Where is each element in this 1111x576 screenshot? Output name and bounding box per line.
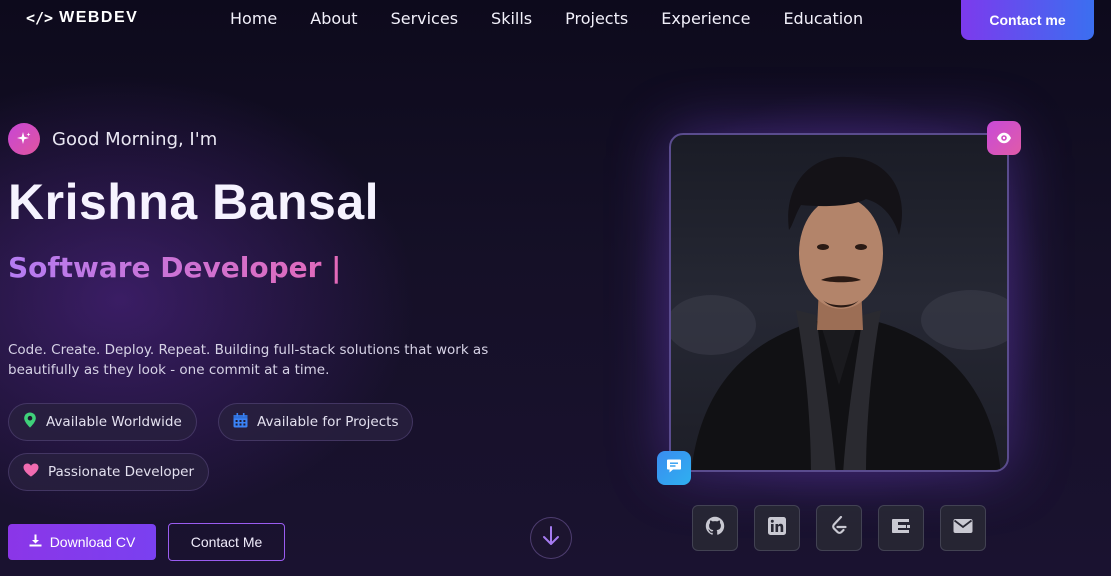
download-cv-label: Download CV xyxy=(49,534,136,550)
linkedin-link[interactable] xyxy=(754,505,800,551)
codechef-icon xyxy=(890,517,912,539)
view-badge[interactable] xyxy=(987,121,1021,155)
email-link[interactable] xyxy=(940,505,986,551)
hero-role: Software Developer | xyxy=(8,251,342,284)
badge-available-projects: Available for Projects xyxy=(218,403,414,441)
calendar-icon xyxy=(233,412,248,432)
nav-link-experience[interactable]: Experience xyxy=(661,9,750,28)
eye-icon xyxy=(996,129,1012,148)
badge-label: Available for Projects xyxy=(257,414,399,430)
hero-name: Krishna Bansal xyxy=(8,174,380,230)
arrow-down-icon xyxy=(542,526,560,550)
codechef-link[interactable] xyxy=(878,505,924,551)
profile-photo xyxy=(669,133,1009,472)
nav-link-about[interactable]: About xyxy=(310,9,357,28)
chat-icon xyxy=(666,458,682,478)
nav-link-services[interactable]: Services xyxy=(391,9,458,28)
social-links xyxy=(692,505,986,551)
github-icon xyxy=(705,516,725,540)
nav-links: Home About Services Skills Projects Expe… xyxy=(230,9,863,28)
heart-icon xyxy=(23,463,39,481)
nav-link-projects[interactable]: Projects xyxy=(565,9,628,28)
leetcode-icon xyxy=(830,515,848,540)
scroll-down-button[interactable] xyxy=(530,517,572,559)
badge-label: Passionate Developer xyxy=(48,464,195,480)
top-nav: </> WEBDEV Home About Services Skills Pr… xyxy=(0,0,1111,40)
chat-badge[interactable] xyxy=(657,451,691,485)
hero-bio: Code. Create. Deploy. Repeat. Building f… xyxy=(8,342,489,378)
badge-label: Available Worldwide xyxy=(46,414,182,430)
email-icon xyxy=(953,518,973,538)
location-pin-icon xyxy=(23,412,37,432)
greeting-row: Good Morning, I'm xyxy=(8,123,217,155)
linkedin-icon xyxy=(768,517,786,539)
nav-link-skills[interactable]: Skills xyxy=(491,9,532,28)
brand-name: WEBDEV xyxy=(59,9,139,26)
download-icon xyxy=(29,534,42,550)
github-link[interactable] xyxy=(692,505,738,551)
badge-available-worldwide: Available Worldwide xyxy=(8,403,197,441)
leetcode-link[interactable] xyxy=(816,505,862,551)
logo[interactable]: </> WEBDEV xyxy=(26,9,138,27)
contact-me-button[interactable]: Contact Me xyxy=(168,523,285,561)
sparkle-icon xyxy=(8,123,40,155)
portrait-illustration xyxy=(671,156,1007,470)
nav-link-education[interactable]: Education xyxy=(783,9,863,28)
download-cv-button[interactable]: Download CV xyxy=(8,524,156,560)
code-icon: </> xyxy=(26,9,54,27)
greeting-text: Good Morning, I'm xyxy=(52,128,218,150)
contact-me-nav-button[interactable]: Contact me xyxy=(961,0,1094,40)
badge-passionate-developer: Passionate Developer xyxy=(8,453,210,491)
nav-link-home[interactable]: Home xyxy=(230,9,277,28)
